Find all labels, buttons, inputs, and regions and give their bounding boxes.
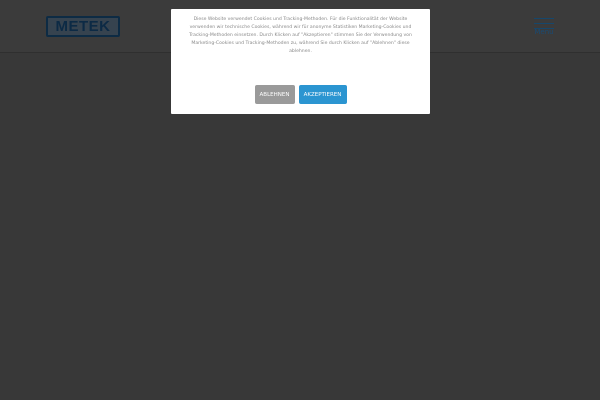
menu-label: Menu [534, 28, 554, 36]
cookie-buttons: ABLEHNEN AKZEPTIEREN [171, 85, 430, 104]
cookie-consent-text: Diese Website verwendet Cookies und Trac… [189, 17, 412, 54]
metek-logo[interactable]: METEK [46, 16, 120, 37]
cookie-consent-dialog: Diese Website verwendet Cookies und Trac… [171, 9, 430, 114]
menu-button[interactable]: Menu [532, 14, 556, 40]
logo-text: METEK [55, 18, 111, 35]
decline-button[interactable]: ABLEHNEN [254, 85, 295, 104]
accept-button[interactable]: AKZEPTIEREN [298, 85, 347, 104]
hamburger-icon [534, 16, 554, 29]
